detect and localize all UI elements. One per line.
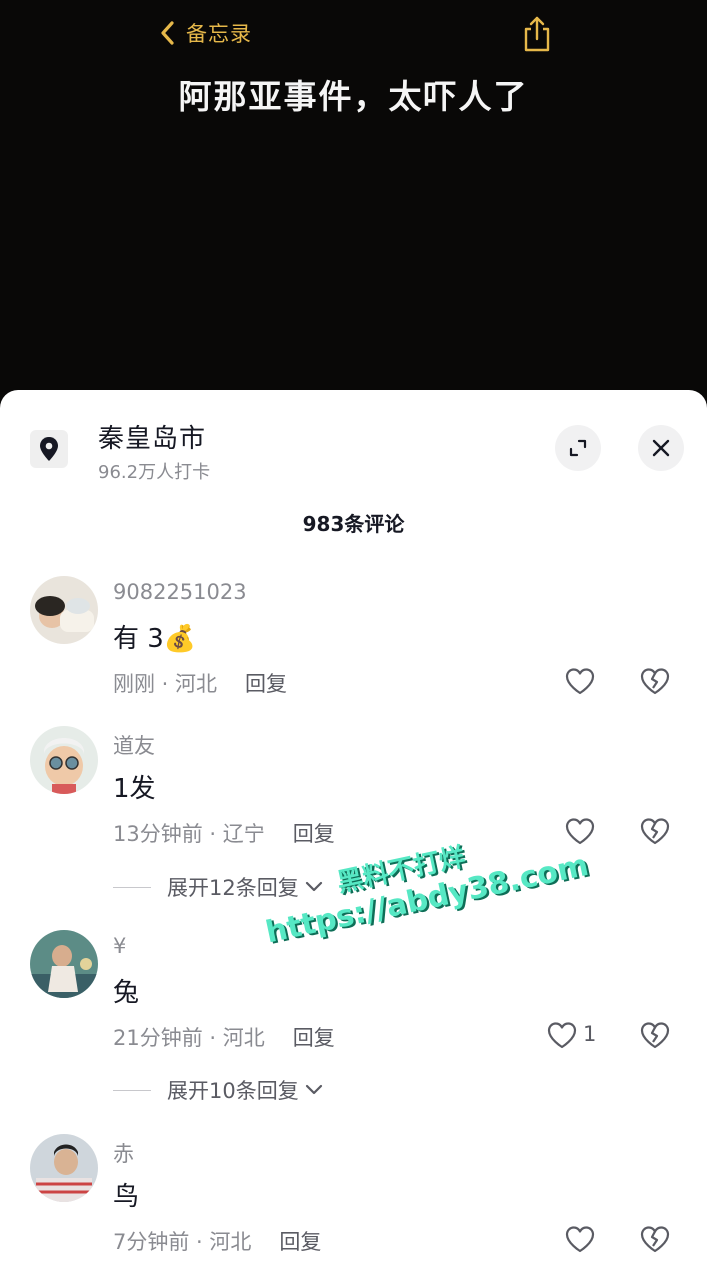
broken-heart-icon[interactable] xyxy=(639,816,671,846)
expand-replies-label: 展开10条回复 xyxy=(167,1079,299,1103)
comments-sheet: 秦皇岛市 96.2万人打卡 983条评论 9082251023 有 3💰 刚刚 … xyxy=(0,390,707,1280)
note-title: 阿那亚事件，太吓人了 xyxy=(178,77,529,116)
chevron-down-icon xyxy=(305,881,322,892)
comment-meta: 13分钟前 · 辽宁 回复 xyxy=(113,822,335,846)
comment-username[interactable]: 道友 xyxy=(113,730,155,760)
location-name: 秦皇岛市 xyxy=(98,424,207,454)
divider xyxy=(113,886,151,888)
chevron-left-icon xyxy=(161,21,174,45)
video-background: 备忘录 阿那亚事件，太吓人了 xyxy=(0,0,707,392)
broken-heart-icon[interactable] xyxy=(639,1224,671,1254)
back-label: 备忘录 xyxy=(186,22,252,46)
comment-meta: 7分钟前 · 河北 回复 xyxy=(113,1230,322,1254)
reply-button[interactable]: 回复 xyxy=(279,1230,321,1254)
close-button[interactable] xyxy=(638,425,684,471)
location-checkins: 96.2万人打卡 xyxy=(98,462,211,483)
comment-region: 辽宁 xyxy=(222,822,265,846)
comment-time: 21分钟前 xyxy=(113,1026,203,1050)
comment-count: 983条评论 xyxy=(302,512,405,536)
chevron-down-icon xyxy=(305,1084,322,1095)
comment-meta: 21分钟前 · 河北 回复 xyxy=(113,1026,335,1050)
comment-time: 13分钟前 xyxy=(113,822,203,846)
broken-heart-icon[interactable] xyxy=(639,666,671,696)
avatar[interactable] xyxy=(30,1134,98,1202)
comment-username[interactable]: ¥ xyxy=(113,934,126,958)
comment-region: 河北 xyxy=(175,672,218,696)
close-icon xyxy=(652,439,670,457)
comment-text: 鸟 xyxy=(113,1182,140,1212)
expand-replies-button[interactable]: 展开12条回复 xyxy=(113,872,323,902)
avatar[interactable] xyxy=(30,930,98,998)
heart-icon[interactable] xyxy=(546,1020,578,1050)
comment-text: 1发 xyxy=(113,774,156,804)
reply-button[interactable]: 回复 xyxy=(293,822,335,846)
comment-time: 7分钟前 xyxy=(113,1230,190,1254)
expand-replies-label: 展开12条回复 xyxy=(167,876,299,900)
location-pin-icon xyxy=(30,430,68,468)
comment-meta: 刚刚 · 河北 回复 xyxy=(113,672,288,696)
like-count: 1 xyxy=(583,1022,597,1046)
share-icon[interactable] xyxy=(520,14,554,54)
broken-heart-icon[interactable] xyxy=(639,1020,671,1050)
comment-username[interactable]: 9082251023 xyxy=(113,580,247,604)
comment-text: 有 3💰 xyxy=(113,624,197,654)
divider xyxy=(113,1089,151,1091)
comment-text: 兔 xyxy=(113,978,140,1008)
reply-button[interactable]: 回复 xyxy=(245,672,287,696)
heart-icon[interactable] xyxy=(564,816,596,846)
heart-icon[interactable] xyxy=(564,666,596,696)
expand-icon xyxy=(569,439,587,457)
reply-button[interactable]: 回复 xyxy=(293,1026,335,1050)
heart-icon[interactable] xyxy=(564,1224,596,1254)
back-button[interactable]: 备忘录 xyxy=(158,18,252,48)
avatar[interactable] xyxy=(30,576,98,644)
comment-region: 河北 xyxy=(222,1026,265,1050)
fullscreen-button[interactable] xyxy=(555,425,601,471)
expand-replies-button[interactable]: 展开10条回复 xyxy=(113,1075,323,1105)
avatar[interactable] xyxy=(30,726,98,794)
comment-time: 刚刚 xyxy=(113,672,155,696)
comment-region: 河北 xyxy=(209,1230,252,1254)
comment-username[interactable]: 赤 xyxy=(113,1138,134,1168)
